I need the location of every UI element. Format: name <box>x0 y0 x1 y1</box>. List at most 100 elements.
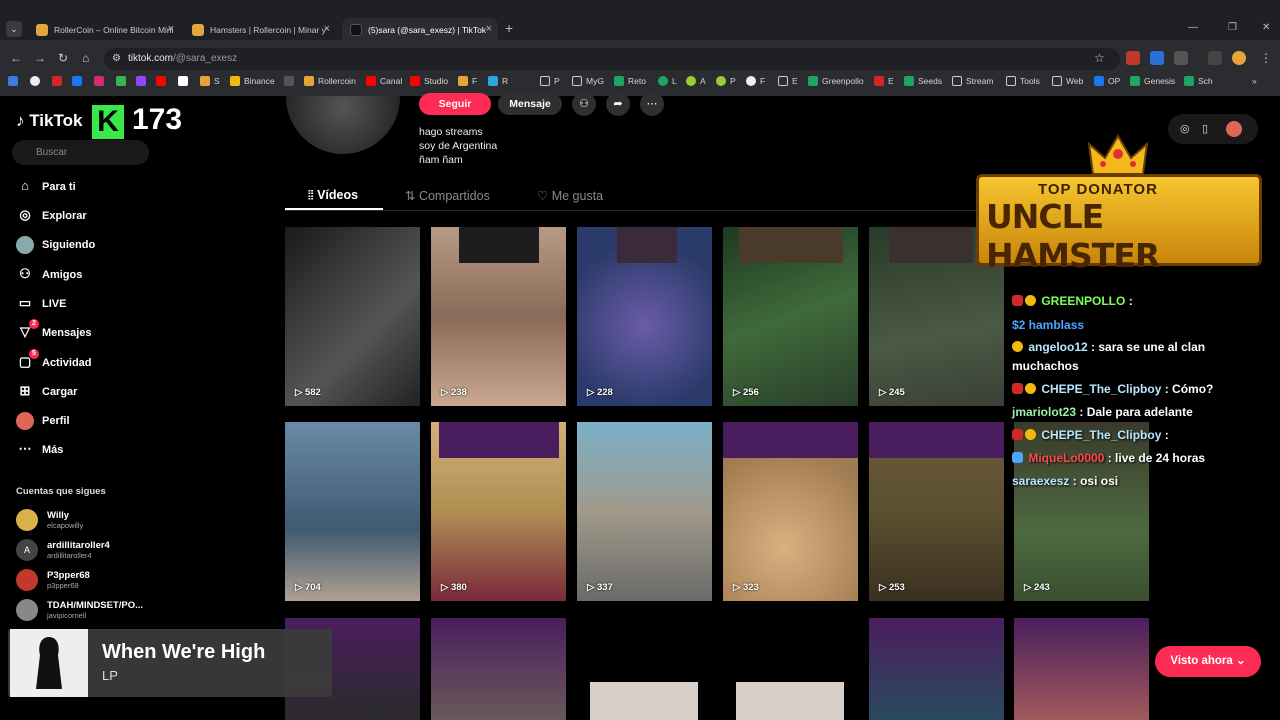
bookmark-rollercoin[interactable]: Rollercoin <box>304 76 356 86</box>
site-info-icon[interactable]: ⚙ <box>112 53 121 64</box>
bookmark-folder-e[interactable]: E <box>778 76 798 86</box>
back-icon[interactable]: ← <box>10 51 22 65</box>
bookmark-genesis[interactable]: Genesis <box>1130 76 1175 86</box>
video-tile[interactable]: ▷ 228 <box>577 227 712 406</box>
bookmark-studio[interactable]: Studio <box>410 76 448 86</box>
bookmark-f2[interactable]: F <box>746 76 765 86</box>
followed-account[interactable]: TDAH/MINDSET/PO... javipicornell <box>16 599 143 621</box>
minimize-icon[interactable]: — <box>1188 22 1198 33</box>
extension-icon[interactable] <box>1150 51 1164 65</box>
close-window-icon[interactable]: ✕ <box>1262 22 1270 33</box>
video-tile[interactable]: ▷ 238 <box>431 227 566 406</box>
bookmark-folder-p[interactable]: P <box>540 76 560 86</box>
bookmark-icon-only[interactable] <box>178 76 192 86</box>
address-bar[interactable]: tiktok.com/@sara_exesz <box>104 48 1120 70</box>
compass-icon[interactable]: ◎ <box>1180 122 1190 135</box>
bookmark-icon-only[interactable] <box>94 76 108 86</box>
video-tile[interactable]: ▷ 323 <box>723 422 858 601</box>
message-button[interactable]: Mensaje <box>498 93 562 115</box>
tab-compartidos[interactable]: ⇅ Compartidos <box>405 188 490 203</box>
bookmark-canal[interactable]: Canal <box>366 76 402 86</box>
tab-videos[interactable]: ⦙⦙ Vídeos <box>308 188 358 203</box>
video-tile[interactable]: ▷ 253 <box>869 422 1004 601</box>
bookmark-p[interactable]: P <box>716 76 736 86</box>
visto-ahora-button[interactable]: Visto ahora ⌄ <box>1155 646 1261 677</box>
video-tile[interactable]: ▷ 380 <box>431 422 566 601</box>
restore-icon[interactable]: ❐ <box>1228 22 1237 33</box>
bookmark-folder-tools[interactable]: Tools <box>1006 76 1040 86</box>
browser-tab-tiktok[interactable]: (5)sara (@sara_exesz) | TikTok × <box>342 18 498 42</box>
device-icon[interactable]: ▯ <box>1202 122 1208 135</box>
tiktok-logo[interactable]: ♪ TikTok <box>16 111 82 131</box>
bookmark-greenpollo[interactable]: Greenpollo <box>808 76 864 86</box>
bookmark-icon-only[interactable] <box>8 76 22 86</box>
video-tile[interactable]: ▷ 337 <box>577 422 712 601</box>
bookmark-folder-stream[interactable]: Stream <box>952 76 993 86</box>
tab-me-gusta[interactable]: ♡ Me gusta <box>537 188 603 203</box>
video-tile[interactable] <box>590 682 698 720</box>
bookmark-icon-only[interactable] <box>30 76 44 86</box>
followed-account[interactable]: Aardillitaroller4 ardillitaroller4 <box>16 539 110 561</box>
close-icon[interactable]: × <box>324 23 330 35</box>
bookmark-icon-only[interactable] <box>72 76 86 86</box>
follow-button[interactable]: Seguir <box>419 93 491 115</box>
new-tab-icon[interactable]: + <box>505 20 513 36</box>
home-browser-icon[interactable]: ⌂ <box>82 51 89 65</box>
close-icon[interactable]: × <box>486 23 492 35</box>
bookmark-icon-only[interactable] <box>116 76 130 86</box>
more-bookmarks-icon[interactable]: » <box>1252 76 1257 86</box>
video-tile[interactable]: ▷ 243 <box>1014 422 1149 601</box>
bookmark-binance[interactable]: Binance <box>230 76 275 86</box>
nav-mas[interactable]: ⋯ Más <box>16 441 64 459</box>
nav-mensajes[interactable]: ▽ 2 Mensajes <box>16 319 92 342</box>
video-tile[interactable]: ▷ 256 <box>723 227 858 406</box>
bookmark-seeds[interactable]: Seeds <box>904 76 942 86</box>
bookmark-a[interactable]: A <box>686 76 706 86</box>
bookmark-folder-myg[interactable]: MyG <box>572 76 604 86</box>
bookmark-folder-web[interactable]: Web <box>1052 76 1083 86</box>
extensions-puzzle-icon[interactable] <box>1174 51 1188 65</box>
bookmark-s[interactable]: S <box>200 76 220 86</box>
profile-avatar-icon[interactable] <box>1232 51 1246 65</box>
nav-para-ti[interactable]: ⌂ Para ti <box>16 178 76 196</box>
nav-live[interactable]: ▭ LIVE <box>16 295 67 313</box>
menu-kebab-icon[interactable]: ⋮ <box>1260 51 1272 65</box>
bookmark-l[interactable]: L <box>658 76 677 86</box>
followed-account[interactable]: P3pper68 p3pper68 <box>16 569 90 591</box>
forward-icon[interactable]: → <box>34 51 46 65</box>
reload-icon[interactable]: ↻ <box>58 51 68 65</box>
nav-cargar[interactable]: ⊞ Cargar <box>16 383 78 401</box>
bookmark-op[interactable]: OP <box>1094 76 1120 86</box>
nav-amigos[interactable]: ⚇ Amigos <box>16 266 82 284</box>
bookmark-sch[interactable]: Sch <box>1184 76 1213 86</box>
nav-actividad[interactable]: ▢ 5 Actividad <box>16 349 92 372</box>
browser-tab-hamsters[interactable]: Hamsters | Rollercoin | Minar y × <box>184 18 336 42</box>
bookmark-reto[interactable]: Reto <box>614 76 646 86</box>
tab-search-button[interactable]: ⌄ <box>6 21 22 37</box>
bookmark-star-icon[interactable]: ☆ <box>1094 51 1105 65</box>
browser-tab-rollercoin[interactable]: RollerCoin – Online Bitcoin Mini × <box>28 18 180 42</box>
nav-explorar[interactable]: ◎ Explorar <box>16 207 86 225</box>
avatar[interactable] <box>1226 121 1242 137</box>
video-tile[interactable]: ▷ 582 <box>285 227 420 406</box>
media-icon[interactable] <box>1208 51 1222 65</box>
nav-perfil[interactable]: Perfil <box>16 412 70 430</box>
video-tile[interactable]: ▷ 704 <box>285 422 420 601</box>
video-tile[interactable] <box>736 682 844 720</box>
bookmark-r[interactable]: R <box>488 76 508 86</box>
followed-account[interactable]: Willy elcapowilly <box>16 509 83 531</box>
extension-icon[interactable] <box>1126 51 1140 65</box>
video-tile[interactable] <box>1014 618 1149 720</box>
nav-siguiendo[interactable]: Siguiendo <box>16 236 95 254</box>
search-input[interactable]: Buscar <box>12 140 149 165</box>
video-tile[interactable] <box>431 618 566 720</box>
bookmark-icon-only[interactable] <box>284 76 298 86</box>
bookmark-e[interactable]: E <box>874 76 894 86</box>
bookmark-icon-only[interactable] <box>136 76 150 86</box>
add-friend-icon[interactable]: ⚇ <box>572 92 596 116</box>
bookmark-icon-only[interactable] <box>52 76 66 86</box>
close-icon[interactable]: × <box>168 23 174 35</box>
bookmark-icon-only[interactable] <box>156 76 170 86</box>
bookmark-f[interactable]: F <box>458 76 477 86</box>
video-tile[interactable] <box>869 618 1004 720</box>
